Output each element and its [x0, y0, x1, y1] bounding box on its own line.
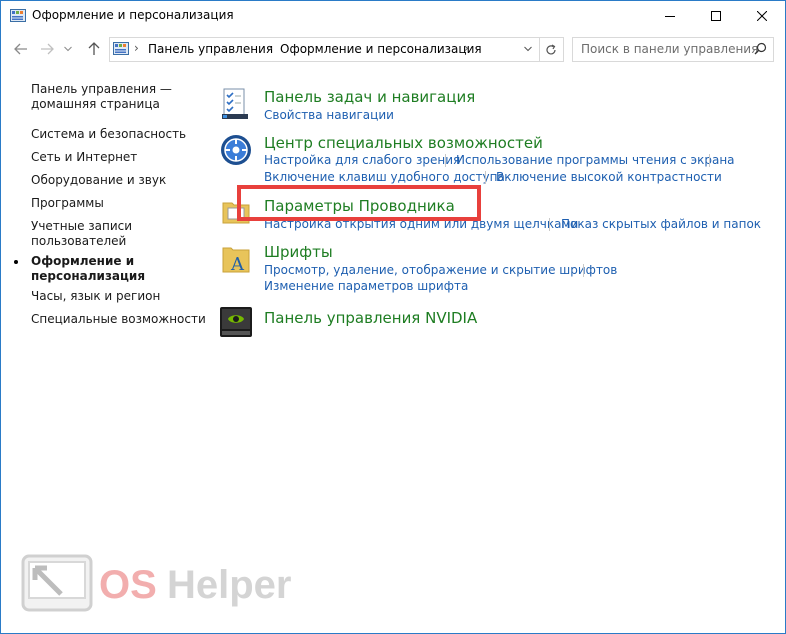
control-panel-icon [113, 42, 129, 55]
ease-of-access-icon [221, 135, 251, 165]
breadcrumb-separator[interactable]: › [268, 41, 273, 55]
svg-text:Helper: Helper [167, 563, 292, 607]
sidebar-item-programs[interactable]: Программы [31, 196, 104, 211]
arrow-right-icon [41, 43, 54, 55]
svg-text:OS: OS [99, 563, 157, 607]
category-title[interactable]: Шрифты [264, 243, 333, 261]
sidebar-item-home-line2[interactable]: домашняя страница [31, 97, 160, 112]
link-separator [583, 264, 584, 277]
link-separator [485, 171, 486, 184]
link-high-contrast[interactable]: Включение высокой контрастности [496, 170, 722, 184]
sidebar-item-appearance-line2: персонализация [31, 269, 146, 283]
address-bar[interactable]: › Панель управления › Оформление и персо… [109, 37, 564, 62]
breadcrumb-separator[interactable]: › [134, 41, 139, 55]
refresh-button[interactable] [539, 38, 562, 61]
fonts-folder-icon: A [222, 247, 250, 275]
chevron-down-icon [524, 46, 532, 52]
recent-locations-button[interactable] [61, 39, 75, 59]
search-input[interactable]: Поиск в панели управления [572, 37, 774, 62]
sidebar-item-user-accounts[interactable]: Учетные записи [31, 219, 132, 234]
sidebar-item-home[interactable]: Панель управления — [31, 82, 172, 97]
address-dropdown-button[interactable] [520, 41, 536, 57]
nvidia-icon [220, 307, 252, 337]
search-placeholder: Поиск в панели управления [581, 42, 759, 56]
forward-button[interactable] [37, 39, 57, 59]
navigation-bar: › Панель управления › Оформление и персо… [1, 35, 785, 63]
refresh-icon [546, 43, 556, 54]
link-separator [549, 218, 550, 231]
arrow-up-icon [88, 42, 100, 55]
highlight-annotation [237, 185, 481, 221]
link-show-hidden-files[interactable]: Показ скрытых файлов и папок [561, 217, 761, 231]
category-title[interactable]: Панель управления NVIDIA [264, 309, 477, 327]
sidebar-item-hardware-sound[interactable]: Оборудование и звук [31, 173, 166, 188]
up-button[interactable] [84, 39, 104, 59]
breadcrumb-appearance[interactable]: Оформление и персонализация [280, 42, 482, 56]
close-button[interactable] [739, 1, 785, 31]
link-font-settings[interactable]: Изменение параметров шрифта [264, 279, 468, 293]
control-panel-window: Оформление и персонализация › Панель упр… [0, 0, 786, 634]
category-title[interactable]: Панель задач и навигация [264, 88, 475, 106]
close-icon [757, 11, 767, 21]
os-helper-watermark: OS Helper [21, 554, 301, 618]
arrow-left-icon [14, 43, 27, 55]
link-screen-reader[interactable]: Использование программы чтения с экрана [456, 153, 735, 167]
svg-text:A: A [230, 254, 245, 275]
back-button[interactable] [11, 39, 31, 59]
search-icon[interactable] [754, 42, 767, 55]
maximize-button[interactable] [693, 1, 739, 31]
window-title: Оформление и персонализация [32, 8, 234, 22]
maximize-icon [711, 11, 721, 21]
minimize-icon [665, 16, 675, 17]
title-bar: Оформление и персонализация [1, 1, 785, 31]
control-panel-icon [10, 9, 26, 22]
category-title[interactable]: Центр специальных возможностей [264, 134, 543, 152]
link-filter-keys[interactable]: Включение клавиш удобного доступа [264, 170, 505, 184]
taskbar-checklist-icon [222, 88, 248, 119]
link-low-vision[interactable]: Настройка для слабого зрения [264, 153, 460, 167]
sidebar-item-ease-of-access[interactable]: Специальные возможности [31, 312, 206, 327]
chevron-down-icon [64, 46, 72, 52]
breadcrumb-separator[interactable]: › [464, 41, 469, 55]
link-view-fonts[interactable]: Просмотр, удаление, отображение и скрыти… [264, 263, 617, 277]
sidebar-item-appearance: Оформление и [31, 254, 135, 268]
breadcrumb-control-panel[interactable]: Панель управления [148, 42, 273, 56]
os-helper-logo-icon: OS Helper [21, 554, 292, 612]
minimize-button[interactable] [647, 1, 693, 31]
current-item-bullet [14, 260, 18, 264]
link-separator [709, 154, 710, 167]
sidebar-item-network[interactable]: Сеть и Интернет [31, 150, 137, 165]
sidebar-item-system-security[interactable]: Система и безопасность [31, 127, 186, 142]
link-separator [445, 154, 446, 167]
link-navigation-properties[interactable]: Свойства навигации [264, 108, 394, 122]
sidebar-item-user-accounts-line2[interactable]: пользователей [31, 234, 126, 249]
sidebar-item-clock-region[interactable]: Часы, язык и регион [31, 289, 160, 304]
